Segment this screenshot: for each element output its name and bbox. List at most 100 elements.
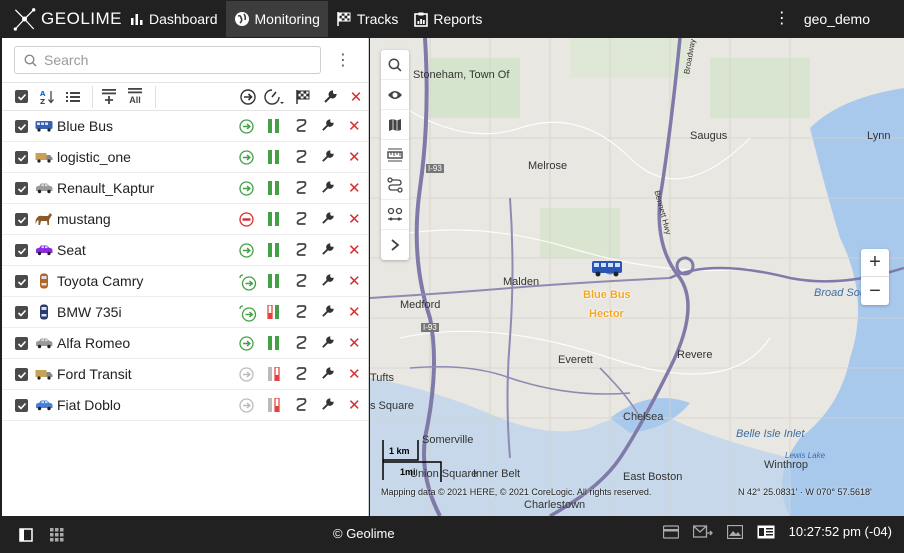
speed-column-icon[interactable] (264, 86, 286, 108)
stop-status-icon[interactable] (239, 212, 254, 232)
mail-forward-icon[interactable] (692, 524, 713, 539)
wrench-icon[interactable] (321, 150, 334, 168)
moving-status-icon[interactable] (239, 181, 254, 201)
delete-icon[interactable]: ✕ (348, 396, 361, 414)
delete-column-icon[interactable]: ✕ (345, 86, 367, 108)
delete-icon[interactable]: ✕ (348, 365, 361, 383)
moving-status-icon[interactable] (239, 243, 254, 263)
vehicle-checkbox[interactable] (15, 213, 28, 226)
map-place-label: Melrose (528, 160, 568, 172)
vehicle-row[interactable]: Ford Transit ✕ (2, 359, 368, 390)
nav-monitoring[interactable]: Monitoring (225, 1, 328, 37)
track-icon[interactable] (296, 305, 307, 320)
search-input[interactable] (44, 52, 294, 68)
vehicle-marker[interactable] (591, 259, 623, 282)
wrench-icon[interactable] (321, 243, 334, 261)
vehicle-row[interactable]: Blue Bus ✕ (2, 111, 368, 142)
delete-icon[interactable]: ✕ (348, 272, 361, 290)
vehicle-row[interactable]: Toyota Camry ✕ (2, 266, 368, 297)
grid-view-icon[interactable] (50, 527, 64, 542)
offline-status-icon[interactable] (239, 367, 254, 387)
vehicle-row[interactable]: logistic_one ✕ (2, 142, 368, 173)
moving-status-icon[interactable] (239, 150, 254, 170)
moving-alt-status-icon[interactable] (239, 305, 258, 327)
wrench-icon[interactable] (321, 181, 334, 199)
wrench-icon[interactable] (321, 274, 334, 292)
more-vert-icon[interactable]: ⋮ (774, 11, 790, 27)
track-icon[interactable] (296, 274, 307, 289)
nav-reports[interactable]: Reports (406, 1, 490, 37)
map-search-button[interactable] (381, 50, 409, 80)
wrench-icon[interactable] (321, 119, 334, 137)
track-icon[interactable] (296, 150, 307, 165)
map-layers-button[interactable] (381, 110, 409, 140)
search-options-icon[interactable]: ⋮ (335, 50, 351, 70)
track-icon[interactable] (296, 243, 307, 258)
zoom-in-button[interactable]: + (861, 249, 889, 277)
map-route-button[interactable] (381, 170, 409, 200)
toggle-sidebar-icon[interactable] (19, 527, 33, 542)
track-icon[interactable] (296, 336, 307, 351)
map-ruler-button[interactable] (381, 140, 409, 170)
zoom-out-button[interactable]: − (861, 277, 889, 305)
image-icon[interactable] (726, 524, 743, 539)
vehicle-checkbox[interactable] (15, 306, 28, 319)
delete-icon[interactable]: ✕ (348, 334, 361, 352)
vehicle-row[interactable]: BMW 735i ✕ (2, 297, 368, 328)
add-group-icon[interactable] (98, 86, 120, 108)
wrench-icon[interactable] (321, 212, 334, 230)
track-icon[interactable] (296, 398, 307, 413)
moving-status-icon[interactable] (239, 336, 254, 356)
map-visibility-button[interactable] (381, 80, 409, 110)
vehicle-checkbox[interactable] (15, 151, 28, 164)
nav-dashboard[interactable]: Dashboard (122, 1, 226, 37)
vehicle-checkbox[interactable] (15, 275, 28, 288)
delete-icon[interactable]: ✕ (348, 148, 361, 166)
vehicle-row[interactable]: Fiat Doblo ✕ (2, 390, 368, 421)
map-expand-button[interactable] (381, 230, 409, 260)
wrench-column-icon[interactable] (319, 86, 341, 108)
news-icon[interactable] (757, 525, 775, 539)
delete-icon[interactable]: ✕ (348, 179, 361, 197)
sort-az-icon[interactable]: AZ (37, 86, 59, 108)
payment-icon[interactable] (662, 524, 679, 539)
delete-icon[interactable]: ✕ (348, 210, 361, 228)
track-icon[interactable] (296, 181, 307, 196)
map-geofence-button[interactable] (381, 200, 409, 230)
list-toolbar: AZ All ✕ (2, 82, 368, 111)
nav-monitoring-label: Monitoring (254, 11, 320, 27)
delete-icon[interactable]: ✕ (348, 241, 361, 259)
vehicle-checkbox[interactable] (15, 337, 28, 350)
wrench-icon[interactable] (321, 305, 334, 323)
moving-alt-status-icon[interactable] (239, 274, 258, 296)
user-menu[interactable]: ⋮ geo_demo (774, 11, 904, 28)
select-all-checkbox[interactable] (15, 90, 28, 103)
track-icon[interactable] (296, 119, 307, 134)
map-view[interactable]: Stoneham, Town Of Melrose Saugus Lynn Ma… (370, 38, 904, 516)
track-icon[interactable] (296, 212, 307, 227)
wrench-icon[interactable] (321, 336, 334, 354)
tracks-column-icon[interactable] (292, 86, 314, 108)
vehicle-checkbox[interactable] (15, 368, 28, 381)
delete-icon[interactable]: ✕ (348, 117, 361, 135)
wrench-icon[interactable] (321, 367, 334, 385)
vehicle-row[interactable]: Renault_Kaptur ✕ (2, 173, 368, 204)
moving-status-icon[interactable] (239, 119, 254, 139)
list-view-icon[interactable] (62, 86, 84, 108)
vehicle-checkbox[interactable] (15, 244, 28, 257)
select-all-group-icon[interactable]: All (123, 86, 147, 108)
follow-column-icon[interactable] (237, 86, 259, 108)
wrench-icon[interactable] (321, 398, 334, 416)
track-icon[interactable] (296, 367, 307, 382)
search-box[interactable] (14, 46, 321, 74)
vehicle-row[interactable]: Seat ✕ (2, 235, 368, 266)
app-logo[interactable]: GEOLIME (0, 0, 122, 38)
delete-icon[interactable]: ✕ (348, 303, 361, 321)
vehicle-checkbox[interactable] (15, 399, 28, 412)
vehicle-checkbox[interactable] (15, 120, 28, 133)
vehicle-checkbox[interactable] (15, 182, 28, 195)
offline-status-icon[interactable] (239, 398, 254, 418)
vehicle-row[interactable]: mustang ✕ (2, 204, 368, 235)
vehicle-row[interactable]: Alfa Romeo ✕ (2, 328, 368, 359)
nav-tracks[interactable]: Tracks (328, 1, 406, 37)
